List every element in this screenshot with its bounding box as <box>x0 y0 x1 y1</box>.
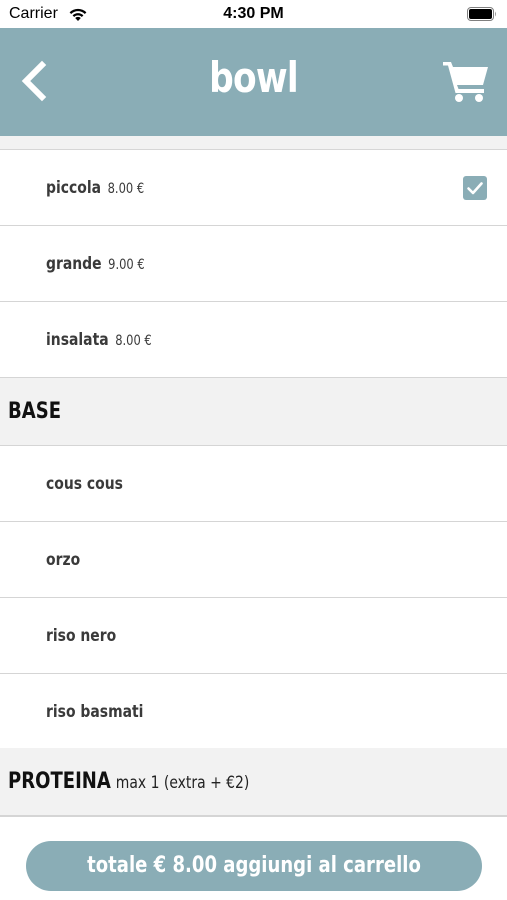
item-name: riso nero <box>46 625 117 646</box>
section-title: BASE <box>8 399 62 424</box>
item-price: 8.00 € <box>107 180 145 197</box>
cart-button[interactable] <box>441 56 491 104</box>
status-bar: Carrier 4:30 PM <box>0 0 507 28</box>
item-price: 9.00 € <box>108 256 145 273</box>
add-to-cart-label: totale € 8.00 aggiungi al carrello <box>87 853 421 878</box>
section-header-base: BASE <box>0 378 507 446</box>
page-title: bowl <box>209 53 298 102</box>
list-item-base-riso-basmati[interactable]: riso basmati <box>0 674 507 750</box>
options-list[interactable]: piccola 8.00 € grande 9.00 € insalata 8.… <box>0 136 507 900</box>
list-item-size-grande[interactable]: grande 9.00 € <box>0 226 507 302</box>
item-name: riso basmati <box>46 701 144 722</box>
checkbox-checked-icon[interactable] <box>463 176 487 200</box>
section-note: max 1 (extra + €2) <box>115 773 250 793</box>
section-header-partial <box>0 136 507 150</box>
item-name: cous cous <box>46 473 123 494</box>
status-time: 4:30 PM <box>223 5 284 22</box>
item-name: insalata <box>46 329 109 350</box>
shopping-cart-icon <box>443 62 488 102</box>
list-item-base-orzo[interactable]: orzo <box>0 522 507 598</box>
nav-bar: bowl <box>0 28 507 136</box>
list-item-size-insalata[interactable]: insalata 8.00 € <box>0 302 507 378</box>
list-item-base-cous-cous[interactable]: cous cous <box>0 446 507 522</box>
list-item-size-piccola[interactable]: piccola 8.00 € <box>0 150 507 226</box>
checkmark-icon <box>467 182 483 195</box>
battery-icon <box>467 7 496 21</box>
item-name: grande <box>46 253 102 274</box>
section-title: PROTEINA <box>8 769 111 794</box>
list-item-base-riso-nero[interactable]: riso nero <box>0 598 507 674</box>
item-name: orzo <box>46 549 81 570</box>
item-name: piccola <box>46 177 102 198</box>
item-price: 8.00 € <box>115 332 152 349</box>
add-to-cart-button[interactable]: totale € 8.00 aggiungi al carrello <box>26 841 482 891</box>
section-header-proteina: PROTEINA max 1 (extra + €2) <box>0 748 507 816</box>
